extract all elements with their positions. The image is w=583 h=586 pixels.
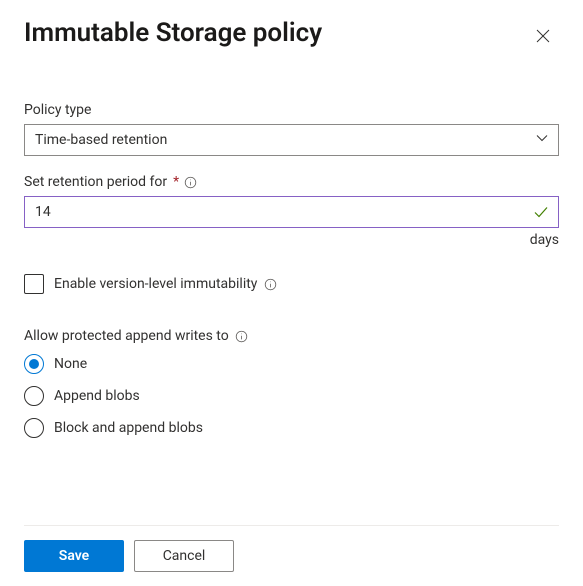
required-asterisk: * [173, 174, 179, 190]
append-writes-label-row: Allow protected append writes to [24, 328, 559, 344]
policy-type-select[interactable]: Time-based retention [24, 124, 559, 156]
info-icon[interactable] [183, 175, 197, 189]
checkmark-icon [533, 204, 549, 220]
info-icon[interactable] [263, 277, 277, 291]
retention-label: Set retention period for [24, 174, 167, 190]
version-level-label-wrap: Enable version-level immutability [54, 276, 277, 292]
radio-button [24, 354, 44, 374]
retention-input[interactable] [24, 196, 559, 228]
policy-type-field: Policy type Time-based retention [24, 102, 559, 156]
version-level-label: Enable version-level immutability [54, 276, 257, 292]
radio-dot-icon [29, 359, 39, 369]
info-icon[interactable] [235, 329, 249, 343]
radio-option-block-append-blobs[interactable]: Block and append blobs [24, 418, 559, 438]
version-level-row: Enable version-level immutability [24, 274, 559, 294]
policy-type-value: Time-based retention [35, 132, 167, 148]
retention-field: Set retention period for * days [24, 174, 559, 248]
radio-button [24, 386, 44, 406]
radio-button [24, 418, 44, 438]
panel-footer: Save Cancel [24, 525, 559, 586]
version-level-checkbox[interactable] [24, 274, 44, 294]
radio-label: None [54, 356, 87, 372]
policy-type-label: Policy type [24, 102, 559, 118]
save-button[interactable]: Save [24, 540, 124, 572]
cancel-button-label: Cancel [163, 548, 206, 564]
immutable-storage-policy-panel: Immutable Storage policy Policy type Tim… [0, 0, 583, 586]
panel-title: Immutable Storage policy [24, 18, 322, 49]
radio-label: Block and append blobs [54, 420, 203, 436]
append-writes-label: Allow protected append writes to [24, 328, 229, 344]
append-writes-radio-group: None Append blobs Block and append blobs [24, 354, 559, 438]
retention-unit: days [24, 232, 559, 248]
radio-label: Append blobs [54, 388, 140, 404]
cancel-button[interactable]: Cancel [134, 540, 234, 572]
save-button-label: Save [59, 548, 89, 564]
panel-header: Immutable Storage policy [24, 18, 559, 54]
close-button[interactable] [527, 22, 559, 54]
retention-label-row: Set retention period for * [24, 174, 559, 190]
radio-option-append-blobs[interactable]: Append blobs [24, 386, 559, 406]
close-icon [536, 29, 550, 47]
radio-option-none[interactable]: None [24, 354, 559, 374]
chevron-down-icon [536, 132, 548, 148]
